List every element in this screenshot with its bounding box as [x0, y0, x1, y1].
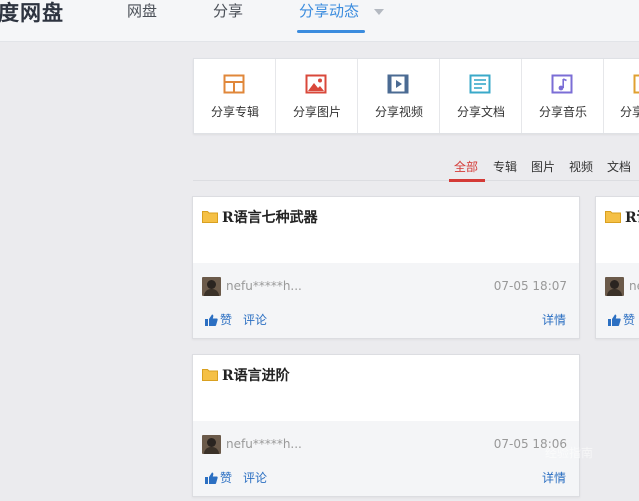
chevron-down-icon[interactable] — [374, 9, 384, 15]
filter-document[interactable]: 文档 — [607, 158, 631, 175]
avatar[interactable] — [202, 435, 221, 454]
avatar[interactable] — [605, 277, 624, 296]
thumbs-up-icon — [608, 314, 621, 326]
nav-share[interactable]: 分享 — [213, 2, 243, 20]
card-title[interactable]: R语言七种武器 — [222, 207, 318, 227]
detail-link[interactable]: 详情 — [542, 311, 566, 328]
avatar[interactable] — [202, 277, 221, 296]
filter-active-indicator — [449, 179, 485, 182]
image-icon — [305, 74, 327, 94]
nav-active-indicator — [297, 30, 365, 33]
share-album-label: 分享专辑 — [210, 105, 259, 119]
like-button[interactable]: 赞 — [205, 469, 232, 486]
username[interactable]: ne — [629, 279, 639, 293]
filter-image[interactable]: 图片 — [531, 158, 555, 175]
share-image-label: 分享图片 — [292, 105, 341, 119]
filter-album[interactable]: 专辑 — [493, 158, 517, 175]
share-image-button[interactable]: 分享图片 — [276, 59, 358, 133]
nav-share-feed[interactable]: 分享动态 — [299, 2, 359, 20]
share-more-button[interactable]: 分享 — [604, 59, 639, 133]
nav-netdisk[interactable]: 网盘 — [127, 2, 157, 20]
filter-divider — [193, 180, 639, 181]
share-album-button[interactable]: 分享专辑 — [194, 59, 276, 133]
share-card: R语言七种武器 nefu*****h... 07-05 18:07 赞 评论 详… — [192, 196, 580, 339]
folder-icon — [202, 211, 218, 223]
username[interactable]: nefu*****h... — [226, 437, 302, 451]
thumbs-up-icon — [205, 314, 218, 326]
detail-link[interactable]: 详情 — [542, 469, 566, 486]
thumbs-up-icon — [205, 472, 218, 484]
card-title[interactable]: R语 — [625, 207, 639, 227]
folder-icon — [605, 211, 621, 223]
share-music-button[interactable]: 分享音乐 — [522, 59, 604, 133]
username[interactable]: nefu*****h... — [226, 279, 302, 293]
app-logo[interactable]: 度网盘 — [0, 0, 64, 26]
like-label: 赞 — [623, 313, 636, 327]
album-icon — [223, 74, 245, 94]
share-toolbar: 分享专辑 分享图片 分享视频 分享文档 分享音乐 分享 — [193, 58, 639, 134]
filter-video[interactable]: 视频 — [569, 158, 593, 175]
video-icon — [387, 74, 409, 94]
share-card: R语 ne 赞 — [595, 196, 639, 339]
like-button[interactable]: 赞 — [205, 311, 232, 328]
like-button[interactable]: 赞 — [608, 311, 635, 328]
share-video-label: 分享视频 — [374, 105, 423, 119]
watermark-text: 经验指南 — [545, 446, 594, 460]
share-more-label: 分享 — [620, 105, 639, 119]
filter-all[interactable]: 全部 — [454, 158, 478, 175]
top-header: 度网盘 网盘 分享 分享动态 — [0, 0, 639, 42]
comment-link[interactable]: 评论 — [243, 311, 267, 328]
comment-link[interactable]: 评论 — [243, 469, 267, 486]
share-document-button[interactable]: 分享文档 — [440, 59, 522, 133]
document-icon — [469, 74, 491, 94]
album-icon — [633, 74, 639, 94]
card-title[interactable]: R语言进阶 — [222, 365, 290, 385]
share-card: R语言进阶 nefu*****h... 07-05 18:06 赞 评论 详情 — [192, 354, 580, 497]
music-icon — [551, 74, 573, 94]
like-label: 赞 — [220, 471, 233, 485]
timestamp: 07-05 18:07 — [493, 279, 567, 293]
like-label: 赞 — [220, 313, 233, 327]
share-document-label: 分享文档 — [456, 105, 505, 119]
folder-icon — [202, 369, 218, 381]
share-music-label: 分享音乐 — [538, 105, 587, 119]
share-video-button[interactable]: 分享视频 — [358, 59, 440, 133]
